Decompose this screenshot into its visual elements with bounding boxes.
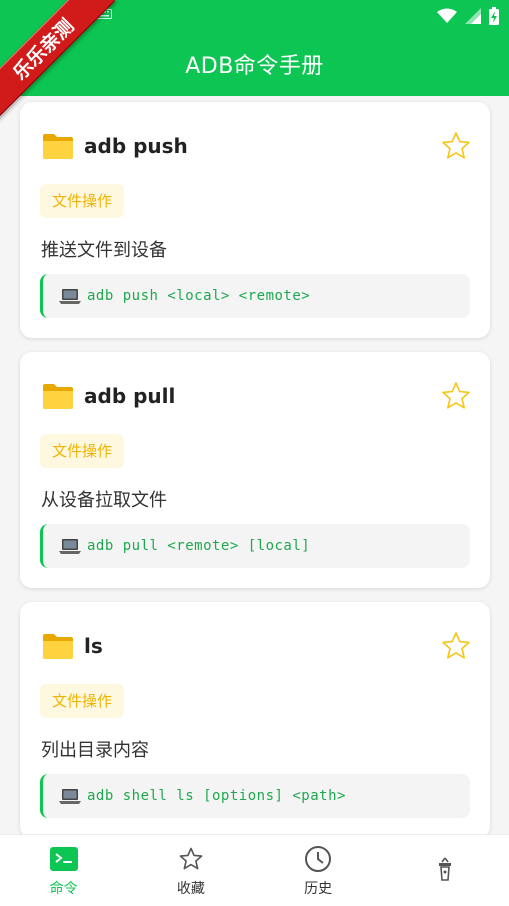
command-code-block[interactable]: adb push <local> <remote>	[40, 274, 470, 318]
folder-icon	[43, 134, 73, 159]
clock-icon	[303, 844, 333, 874]
card-header: adb pull	[42, 382, 175, 410]
terminal-icon	[49, 844, 79, 874]
command-description: 列出目录内容	[41, 740, 149, 761]
command-code-block[interactable]: adb shell ls [options] <path>	[40, 774, 470, 818]
nav-tab-extra[interactable]	[382, 835, 509, 906]
card-header: ls	[42, 632, 103, 660]
battery-charging-icon	[489, 7, 499, 25]
command-list[interactable]: adb push 文件操作 推送文件到设备 adb push <local> <…	[0, 96, 509, 834]
command-name: adb push	[84, 134, 188, 158]
command-card[interactable]: adb push 文件操作 推送文件到设备 adb push <local> <…	[20, 102, 490, 338]
nav-label: 历史	[304, 880, 333, 897]
status-icons	[437, 7, 499, 25]
star-icon[interactable]	[440, 630, 472, 662]
folder-icon	[43, 384, 73, 409]
nav-tab-favorites[interactable]: 收藏	[127, 835, 254, 906]
nav-label: 收藏	[176, 880, 205, 897]
command-description: 推送文件到设备	[41, 240, 167, 261]
command-code: adb pull <remote> [local]	[87, 538, 311, 554]
folder-icon	[43, 634, 73, 659]
wifi-icon	[437, 8, 457, 23]
command-code: adb shell ls [options] <path>	[87, 788, 346, 804]
command-code-block[interactable]: adb pull <remote> [local]	[40, 524, 470, 568]
nav-tab-commands[interactable]: 命令	[0, 835, 127, 906]
app-bar: ADB命令手册 乐乐亲测	[0, 0, 509, 122]
bottom-navigation: 命令 收藏 历史	[0, 834, 509, 906]
laptop-icon	[59, 789, 81, 804]
command-card[interactable]: ls 文件操作 列出目录内容 adb shell ls [options] <p…	[20, 602, 490, 834]
nav-label: 命令	[49, 880, 78, 897]
command-card[interactable]: adb pull 文件操作 从设备拉取文件 adb pull <remote> …	[20, 352, 490, 588]
page-title: ADB命令手册	[185, 54, 324, 79]
category-tag: 文件操作	[40, 684, 125, 718]
gift-icon	[430, 854, 460, 884]
star-icon[interactable]	[440, 380, 472, 412]
star-outline-icon	[176, 844, 206, 874]
command-name: adb pull	[84, 384, 176, 408]
command-description: 从设备拉取文件	[41, 490, 167, 511]
star-icon[interactable]	[440, 130, 472, 162]
nav-tab-history[interactable]: 历史	[255, 835, 382, 906]
laptop-icon	[59, 289, 81, 304]
command-code: adb push <local> <remote>	[87, 288, 311, 304]
laptop-icon	[59, 539, 81, 554]
category-tag: 文件操作	[40, 184, 125, 218]
category-tag: 文件操作	[40, 434, 125, 468]
card-header: adb push	[42, 132, 188, 160]
signal-icon	[465, 8, 481, 24]
command-name: ls	[84, 634, 103, 658]
